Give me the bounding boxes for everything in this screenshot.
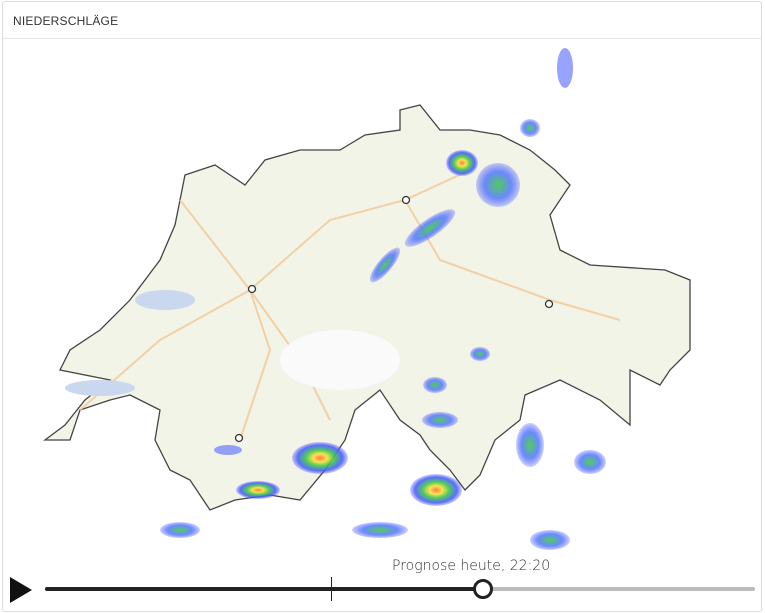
- play-icon[interactable]: [10, 577, 32, 603]
- alps: [280, 330, 400, 390]
- city-chur: [544, 299, 554, 309]
- city-zurich: [401, 195, 411, 205]
- timeline-slider[interactable]: [45, 577, 755, 601]
- timeline-time-label: Prognose heute, 22:20: [392, 558, 551, 574]
- now-marker: [331, 577, 333, 601]
- radar-map[interactable]: [0, 38, 765, 568]
- city-sion: [234, 433, 244, 443]
- switzerland-outline: [43, 104, 691, 511]
- lake: [135, 290, 195, 310]
- timeline-progress: [45, 587, 484, 591]
- timeline-thumb[interactable]: [473, 579, 494, 599]
- lake-geneva: [65, 380, 135, 396]
- panel-title: NIEDERSCHLÄGE: [13, 14, 119, 28]
- city-bern: [247, 284, 257, 294]
